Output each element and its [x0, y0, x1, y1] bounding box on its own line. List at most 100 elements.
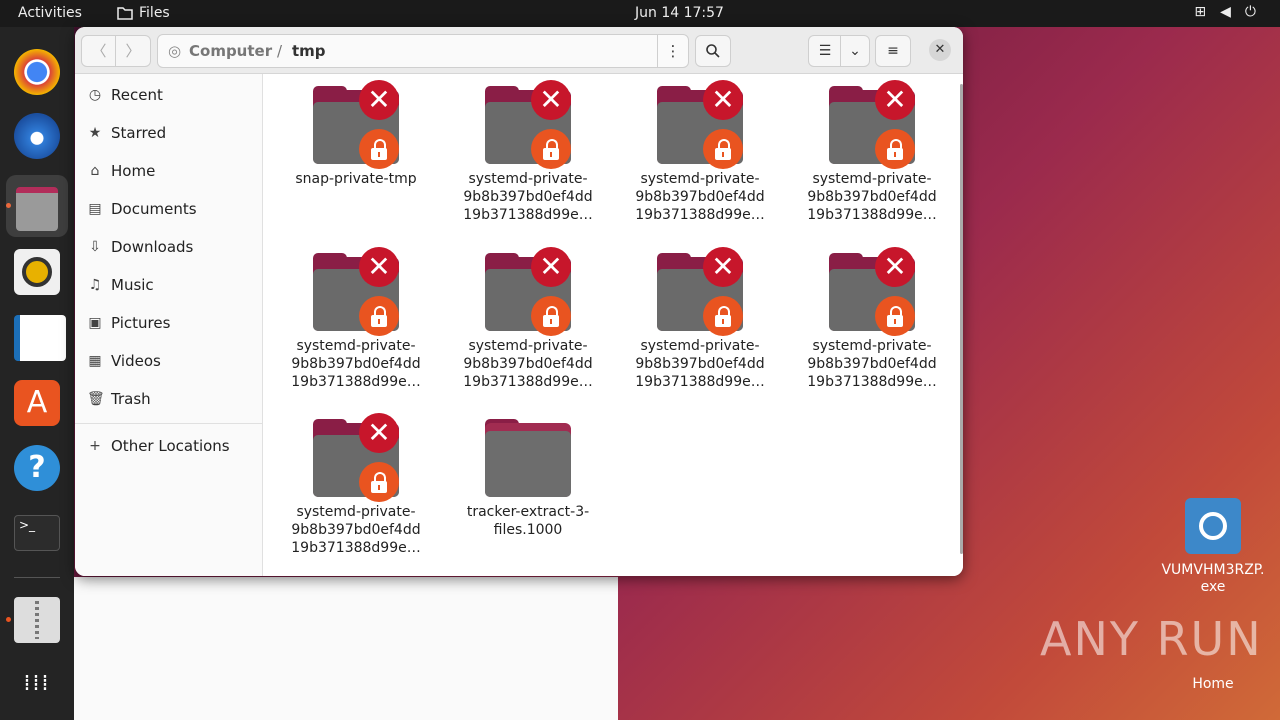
sidebar-item-label: Music: [111, 276, 154, 294]
sidebar-item-label: Videos: [111, 352, 161, 370]
video-icon: ▦: [88, 353, 102, 369]
locked-folder-icon: ✕: [313, 80, 399, 169]
file-name: systemd-private- 9b8b397bd0ef4dd 19b371388…: [291, 504, 421, 556]
files-window: 〈 〉 ◎ Computer / tmp ⋮ ☰ ⌄ ≡ ✕ ◷ Recent ★…: [75, 27, 963, 576]
folder-item[interactable]: ✕ systemd-private- 9b8b397bd0ef4dd 19b3713…: [620, 247, 780, 391]
error-badge-icon: ✕: [703, 247, 743, 287]
folder-item[interactable]: ✕ snap-private-tmp: [276, 80, 436, 188]
path-bar[interactable]: ◎ Computer / tmp ⋮: [157, 34, 689, 68]
download-icon: ⇩: [89, 239, 101, 255]
error-badge-icon: ✕: [875, 80, 915, 120]
clock-icon: ◷: [88, 87, 102, 103]
sidebar-item-home[interactable]: ⌂ Home: [87, 156, 156, 186]
locked-folder-icon: ✕: [829, 247, 915, 336]
folder-item[interactable]: ✕ systemd-private- 9b8b397bd0ef4dd 19b3713…: [792, 80, 952, 224]
sidebar-item-label: Recent: [111, 86, 163, 104]
sidebar-item-label: Pictures: [111, 314, 171, 332]
view-options-button[interactable]: ⌄: [840, 35, 870, 67]
power-icon[interactable]: ⏻: [1245, 4, 1256, 20]
error-badge-icon: ✕: [359, 247, 399, 287]
thunderbird-icon[interactable]: [14, 113, 60, 159]
folder-item[interactable]: ✕ systemd-private- 9b8b397bd0ef4dd 19b3713…: [792, 247, 952, 391]
terminal-icon[interactable]: >_: [14, 515, 60, 551]
writer-icon[interactable]: [14, 315, 66, 361]
desktop-home-label: Home: [1192, 676, 1234, 692]
back-button[interactable]: 〈: [81, 35, 117, 67]
document-icon: ▤: [88, 201, 102, 217]
locked-folder-icon: ✕: [657, 247, 743, 336]
error-badge-icon: ✕: [359, 80, 399, 120]
list-view-button[interactable]: ☰: [808, 35, 842, 67]
file-name: tracker-extract-3- files.1000: [466, 504, 590, 538]
file-grid: ✕ snap-private-tmp ✕ systemd-private- 9b8…: [263, 74, 963, 576]
sidebar-item-recent[interactable]: ◷ Recent: [87, 80, 163, 110]
app-menu[interactable]: Files: [117, 5, 170, 21]
file-name: systemd-private- 9b8b397bd0ef4dd 19b371388…: [807, 338, 937, 390]
locked-folder-icon: ✕: [313, 413, 399, 502]
desktop-exe-file[interactable]: VUMVHM3RZP. exe: [1158, 498, 1268, 596]
folder-item[interactable]: ✕ systemd-private- 9b8b397bd0ef4dd 19b3713…: [448, 247, 608, 391]
desktop-exe-label: VUMVHM3RZP. exe: [1161, 562, 1265, 595]
header-bar: 〈 〉 ◎ Computer / tmp ⋮ ☰ ⌄ ≡ ✕: [75, 27, 963, 74]
activities-button[interactable]: Activities: [18, 5, 82, 21]
list-view-icon: ☰: [818, 43, 832, 59]
volume-icon[interactable]: ◀: [1220, 4, 1231, 20]
system-tray[interactable]: ⊞ ◀ ⏻: [1194, 4, 1256, 20]
sidebar-item-label: Trash: [111, 390, 151, 408]
folder-item[interactable]: tracker-extract-3- files.1000: [448, 419, 608, 539]
close-button[interactable]: ✕: [929, 39, 951, 61]
network-icon[interactable]: ⊞: [1194, 4, 1206, 20]
lock-icon: [703, 129, 743, 169]
help-icon[interactable]: ?: [14, 445, 60, 491]
forward-button[interactable]: 〉: [115, 35, 151, 67]
top-bar: Activities Files Jun 14 17:57 ⊞ ◀ ⏻: [0, 0, 1280, 27]
home-icon: ⌂: [90, 163, 100, 179]
file-name: systemd-private- 9b8b397bd0ef4dd 19b371388…: [635, 171, 765, 223]
sidebar-item-starred[interactable]: ★ Starred: [87, 118, 166, 148]
scrollbar[interactable]: [960, 84, 963, 554]
chrome-icon[interactable]: [14, 49, 60, 95]
app-name: Files: [139, 5, 170, 21]
main-menu-button[interactable]: ≡: [875, 35, 911, 67]
desktop-home-folder[interactable]: Home: [1158, 676, 1268, 693]
files-dock-icon[interactable]: [6, 175, 68, 237]
sidebar-item-trash[interactable]: 🗑 Trash: [87, 384, 151, 414]
folder-icon: [117, 7, 133, 20]
error-badge-icon: ✕: [531, 247, 571, 287]
archive-icon[interactable]: [14, 597, 60, 643]
path-segment-tmp[interactable]: tmp: [292, 42, 326, 60]
clock[interactable]: Jun 14 17:57: [635, 5, 724, 21]
sidebar-item-music[interactable]: ♫ Music: [87, 270, 154, 300]
error-badge-icon: ✕: [531, 80, 571, 120]
search-button[interactable]: [695, 35, 731, 67]
background-window: [74, 577, 618, 720]
sidebar-item-label: Home: [111, 162, 156, 180]
dock-separator: [14, 577, 60, 578]
error-badge-icon: ✕: [359, 413, 399, 453]
sidebar-item-downloads[interactable]: ⇩ Downloads: [87, 232, 193, 262]
sidebar-item-documents[interactable]: ▤ Documents: [87, 194, 196, 224]
file-name: systemd-private- 9b8b397bd0ef4dd 19b371388…: [463, 171, 593, 223]
folder-item[interactable]: ✕ systemd-private- 9b8b397bd0ef4dd 19b3713…: [620, 80, 780, 224]
lock-icon: [531, 129, 571, 169]
show-apps-icon[interactable]: ⁞⁞⁞: [14, 661, 60, 707]
watermark: ANY RUN: [1040, 612, 1263, 666]
path-separator: /: [277, 42, 283, 60]
app-center-icon[interactable]: A: [14, 380, 60, 426]
chevron-down-icon: ⌄: [849, 43, 861, 59]
locked-folder-icon: ✕: [485, 247, 571, 336]
sidebar-item-label: Other Locations: [111, 437, 230, 455]
sidebar-separator: [75, 423, 262, 424]
path-menu-icon[interactable]: ⋮: [657, 35, 688, 67]
folder-item[interactable]: ✕ systemd-private- 9b8b397bd0ef4dd 19b3713…: [276, 247, 436, 391]
sidebar-item-other-locations[interactable]: + Other Locations: [87, 431, 230, 461]
star-icon: ★: [88, 125, 102, 141]
folder-item[interactable]: ✕ systemd-private- 9b8b397bd0ef4dd 19b3713…: [276, 413, 436, 557]
sidebar-item-videos[interactable]: ▦ Videos: [87, 346, 161, 376]
lock-icon: [703, 296, 743, 336]
path-segment-computer[interactable]: Computer: [189, 42, 272, 60]
locked-folder-icon: ✕: [485, 80, 571, 169]
rhythmbox-icon[interactable]: [14, 249, 60, 295]
sidebar-item-pictures[interactable]: ▣ Pictures: [87, 308, 170, 338]
folder-item[interactable]: ✕ systemd-private- 9b8b397bd0ef4dd 19b3713…: [448, 80, 608, 224]
